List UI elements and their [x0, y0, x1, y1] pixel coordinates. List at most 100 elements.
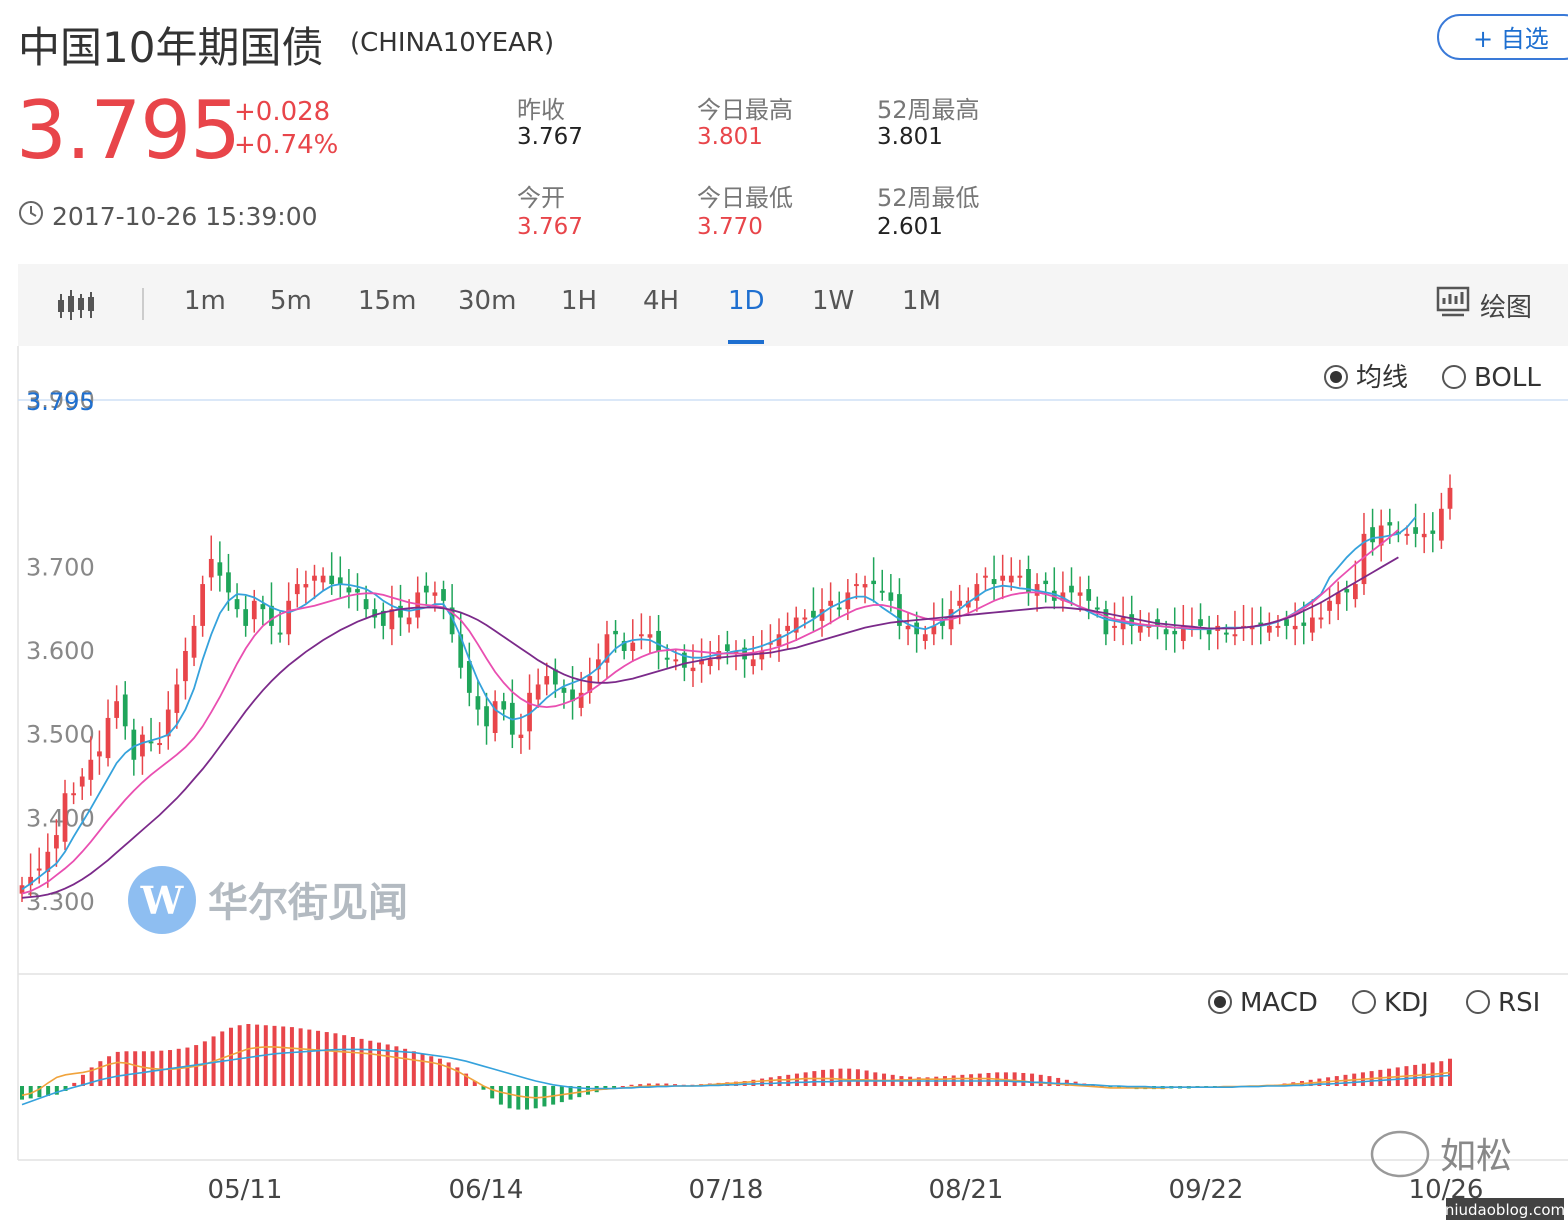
candle-body	[673, 659, 679, 662]
candle-body	[1232, 634, 1238, 637]
x-tick-label: 09/22	[1169, 1175, 1244, 1205]
candle-body	[131, 729, 137, 760]
candle-body	[191, 625, 197, 658]
candle-body	[1137, 625, 1143, 633]
candle-body	[217, 562, 223, 576]
candle-body	[277, 632, 283, 635]
macd-histogram-bar	[864, 1070, 869, 1086]
candle-body	[71, 793, 76, 796]
indicator-macd-radio[interactable]: MACD	[1208, 988, 1318, 1018]
candle-body	[1069, 585, 1074, 593]
candle-body	[140, 734, 145, 757]
macd-histogram-bar	[281, 1026, 286, 1086]
macd-histogram-bar	[20, 1086, 24, 1100]
candle-body	[1413, 527, 1418, 534]
macd-histogram-bar	[977, 1073, 982, 1086]
macd-histogram-bar	[403, 1048, 408, 1086]
candle-body	[664, 657, 670, 660]
candle-body	[1301, 622, 1307, 626]
candle-body	[561, 687, 567, 693]
candle-body	[518, 734, 524, 739]
candle-body	[690, 667, 696, 672]
candle-body	[1275, 625, 1281, 628]
candle-body	[251, 600, 257, 620]
macd-histogram-bar	[324, 1032, 329, 1086]
last-price-axis-label: 3.795	[26, 388, 95, 416]
candle-body	[114, 701, 119, 718]
price-chart[interactable]: 3.3003.4003.5003.6003.7003.9003.79505/11…	[0, 0, 1568, 1224]
candle-body	[303, 584, 309, 588]
radio-dot	[1330, 371, 1342, 383]
candle-body	[294, 584, 300, 595]
macd-histogram-bar	[141, 1051, 146, 1086]
macd-histogram-bar	[115, 1051, 120, 1086]
candle-body	[1387, 522, 1393, 526]
indicator-rsi-radio[interactable]: RSI	[1466, 988, 1540, 1018]
radio-label: BOLL	[1474, 363, 1541, 393]
candle-body	[174, 684, 180, 713]
candle-body	[62, 793, 68, 842]
macd-histogram-bar	[1021, 1072, 1026, 1086]
candle-body	[1292, 625, 1298, 630]
candle-body	[122, 694, 128, 727]
candle-body	[183, 651, 188, 682]
macd-histogram-bar	[829, 1069, 834, 1086]
macd-histogram-bar	[437, 1058, 442, 1086]
macd-histogram-bar	[446, 1062, 451, 1086]
candle-body	[234, 599, 240, 610]
radio-ring	[1466, 990, 1490, 1014]
candle-body	[105, 717, 111, 759]
candle-body	[320, 575, 326, 583]
candle-body	[1000, 575, 1006, 581]
macd-histogram-bar	[969, 1074, 974, 1086]
macd-histogram-bar	[838, 1068, 843, 1086]
macd-histogram-bar	[516, 1086, 521, 1110]
brand-watermark: 华尔街见闻	[208, 880, 408, 926]
macd-histogram-bar	[107, 1056, 112, 1086]
candle-body	[888, 592, 894, 601]
y-tick-label: 3.700	[26, 553, 95, 581]
candle-body	[363, 599, 369, 610]
macd-histogram-bar	[1038, 1074, 1043, 1086]
indicator-boll-radio[interactable]: BOLL	[1442, 363, 1541, 393]
candle-body	[398, 605, 403, 618]
macd-dif-line	[21, 1046, 1451, 1099]
candle-body	[1198, 619, 1203, 626]
candle-body	[1344, 589, 1350, 593]
macd-histogram-bar	[359, 1038, 364, 1086]
radio-label: MACD	[1240, 988, 1318, 1018]
candle-body	[157, 743, 163, 746]
candle-body	[260, 604, 266, 610]
candle-body	[406, 617, 412, 625]
candle-body	[1172, 630, 1178, 635]
candle-body	[1404, 533, 1410, 536]
candle-body	[639, 634, 644, 637]
candle-body	[991, 579, 997, 585]
macd-histogram-bar	[1012, 1072, 1017, 1086]
candle-body	[475, 696, 481, 710]
candle-body	[1421, 533, 1427, 538]
candle-body	[88, 759, 94, 780]
indicator-ma-radio[interactable]: 均线	[1324, 363, 1408, 393]
x-tick-label: 07/18	[689, 1175, 764, 1205]
macd-histogram-bar	[272, 1025, 277, 1086]
candle-body	[1447, 487, 1453, 509]
candle-body	[54, 835, 59, 849]
y-tick-label: 3.600	[26, 637, 95, 665]
macd-histogram-bar	[1047, 1076, 1052, 1086]
macd-histogram-bar	[98, 1061, 103, 1086]
candle-body	[647, 634, 653, 638]
candle-body	[312, 575, 317, 581]
candle-body	[329, 575, 335, 585]
candle-body	[759, 651, 765, 660]
indicator-kdj-radio[interactable]: KDJ	[1352, 988, 1429, 1018]
macd-histogram-bar	[768, 1077, 773, 1086]
candle-body	[957, 600, 963, 606]
candle-body	[1043, 580, 1049, 585]
y-tick-label: 3.500	[26, 721, 95, 749]
macd-histogram-bar	[333, 1033, 338, 1086]
macd-histogram-bar	[620, 1086, 625, 1087]
candle-body	[922, 634, 928, 641]
candle-body	[432, 592, 438, 596]
macd-histogram-bar	[490, 1086, 495, 1099]
